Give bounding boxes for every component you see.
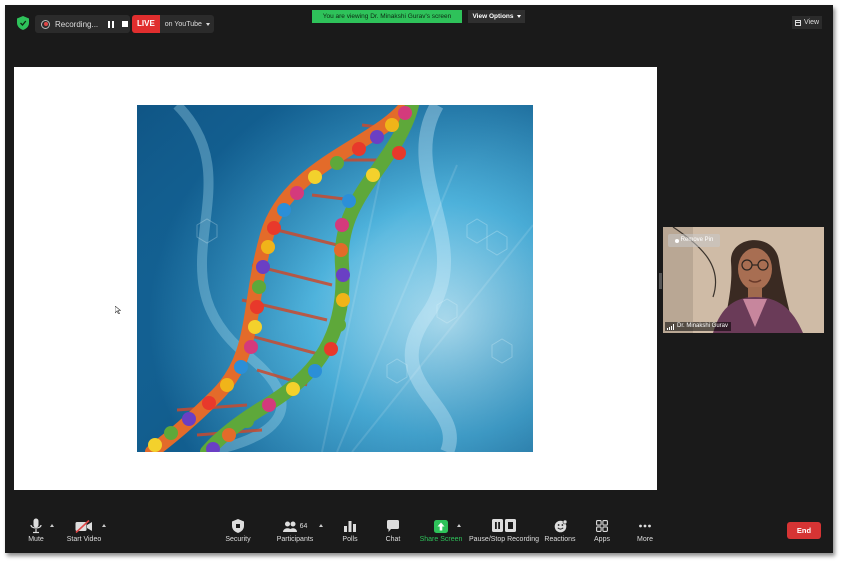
participants-icon-box: 64 xyxy=(282,517,308,535)
pin-icon xyxy=(674,238,679,243)
recording-label: Recording... xyxy=(55,19,99,29)
end-meeting-button[interactable]: End xyxy=(787,522,821,539)
mute-button-icon-box xyxy=(30,517,42,535)
stop-icon xyxy=(121,21,128,27)
pause-stop-recording-label: Pause/Stop Recording xyxy=(468,536,540,543)
start-video-icon-box xyxy=(75,517,93,535)
share-arrow-icon xyxy=(434,519,448,533)
participant-name: Dr. Minakshi Gurav xyxy=(677,323,729,329)
recording-indicator: Recording... xyxy=(35,15,130,33)
video-options-caret-icon[interactable] xyxy=(102,524,106,527)
viewing-screen-banner: You are viewing Dr. Minakshi Gurav's scr… xyxy=(312,10,462,23)
mouse-cursor-icon xyxy=(115,306,121,314)
live-stream-destination: on YouTube xyxy=(160,21,214,28)
ellipsis-icon xyxy=(639,524,651,528)
participant-video-tile[interactable]: Remove Pin Dr. Minakshi Gurav xyxy=(663,227,824,333)
smiley-icon xyxy=(554,519,567,532)
remove-pin-label: Remove Pin xyxy=(680,237,714,243)
chevron-down-icon xyxy=(205,22,210,26)
more-label: More xyxy=(637,536,653,543)
mute-label: Mute xyxy=(28,536,44,543)
start-video-button[interactable]: Start Video xyxy=(66,517,102,543)
recording-dot-icon xyxy=(41,19,50,29)
reactions-button[interactable]: Reactions xyxy=(543,517,577,543)
security-label: Security xyxy=(225,536,251,543)
reactions-icon-box xyxy=(554,517,567,535)
mute-options-caret-icon[interactable] xyxy=(50,524,54,527)
tile-resize-handle[interactable] xyxy=(659,273,662,289)
chat-bubble-icon xyxy=(387,520,399,532)
pause-stop-recording-button[interactable]: Pause/Stop Recording xyxy=(467,515,541,543)
apps-label: Apps xyxy=(594,536,610,543)
pause-stop-icon-box xyxy=(492,515,516,535)
polls-label: Polls xyxy=(342,536,358,543)
pause-recording-button[interactable] xyxy=(106,19,115,29)
live-stream-indicator[interactable]: LIVE on YouTube xyxy=(132,15,214,33)
more-button[interactable]: More xyxy=(635,517,655,543)
chat-icon-box xyxy=(387,517,399,535)
shield-icon xyxy=(232,519,244,533)
more-icon-box xyxy=(639,517,651,535)
view-options-button[interactable]: View Options xyxy=(468,10,525,23)
pause-stop-icon xyxy=(492,518,516,532)
security-icon-box xyxy=(232,517,244,535)
live-badge: LIVE xyxy=(132,15,160,33)
view-grid-icon xyxy=(794,19,801,26)
view-button-label: View xyxy=(803,19,820,26)
shared-screen-content xyxy=(14,67,657,490)
encryption-shield-icon[interactable] xyxy=(17,16,29,30)
start-video-label: Start Video xyxy=(66,536,102,543)
chevron-down-icon xyxy=(516,15,521,18)
remove-pin-button[interactable]: Remove Pin xyxy=(668,234,720,247)
chat-button[interactable]: Chat xyxy=(383,517,403,543)
share-screen-button[interactable]: Share Screen xyxy=(418,517,464,543)
apps-button[interactable]: Apps xyxy=(592,517,612,543)
people-icon xyxy=(282,521,297,532)
participants-options-caret-icon[interactable] xyxy=(319,524,323,527)
live-destination-label: on YouTube xyxy=(164,20,202,28)
share-options-caret-icon[interactable] xyxy=(457,524,461,527)
polls-button[interactable]: Polls xyxy=(340,517,360,543)
view-options-label: View Options xyxy=(472,13,514,20)
signal-strength-icon xyxy=(667,323,674,330)
mute-button[interactable]: Mute xyxy=(24,517,48,543)
participants-count: 64 xyxy=(299,522,308,530)
polls-icon-box xyxy=(344,517,356,535)
security-button[interactable]: Security xyxy=(223,517,253,543)
video-off-icon xyxy=(75,519,92,533)
chat-label: Chat xyxy=(385,536,401,543)
share-screen-icon-box xyxy=(434,517,448,535)
reactions-label: Reactions xyxy=(544,536,576,543)
stop-recording-button[interactable] xyxy=(120,19,129,29)
zoom-meeting-window: Recording... LIVE on YouTube You are vie… xyxy=(5,5,833,553)
bar-chart-icon xyxy=(344,521,356,532)
participants-label: Participants xyxy=(276,536,314,543)
pause-icon xyxy=(107,20,114,28)
view-layout-button[interactable]: View xyxy=(792,16,822,29)
apps-icon-box xyxy=(596,517,608,535)
apps-icon xyxy=(596,520,608,532)
participants-button[interactable]: 64 Participants xyxy=(275,517,315,543)
microphone-icon xyxy=(30,518,42,534)
dna-helix-image xyxy=(137,105,533,452)
share-screen-label: Share Screen xyxy=(419,536,463,543)
participant-name-tag: Dr. Minakshi Gurav xyxy=(665,322,732,331)
